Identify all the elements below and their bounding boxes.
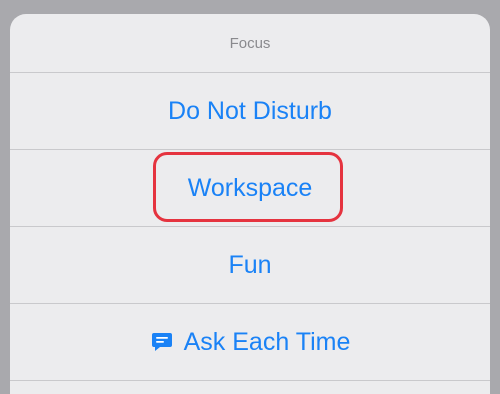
sheet-title: Focus — [10, 14, 490, 73]
option-do-not-disturb[interactable]: Do Not Disturb — [10, 73, 490, 150]
focus-action-sheet: Focus Do Not Disturb Workspace Fun Ask E… — [10, 14, 490, 394]
option-workspace[interactable]: Workspace — [10, 150, 490, 227]
option-fun[interactable]: Fun — [10, 227, 490, 304]
option-ask-each-time[interactable]: Ask Each Time — [10, 304, 490, 381]
option-label: Do Not Disturb — [168, 96, 332, 125]
option-label: Workspace — [187, 173, 313, 202]
message-icon — [150, 330, 174, 354]
option-label: Ask Each Time — [183, 327, 351, 356]
option-label: Fun — [228, 250, 272, 279]
